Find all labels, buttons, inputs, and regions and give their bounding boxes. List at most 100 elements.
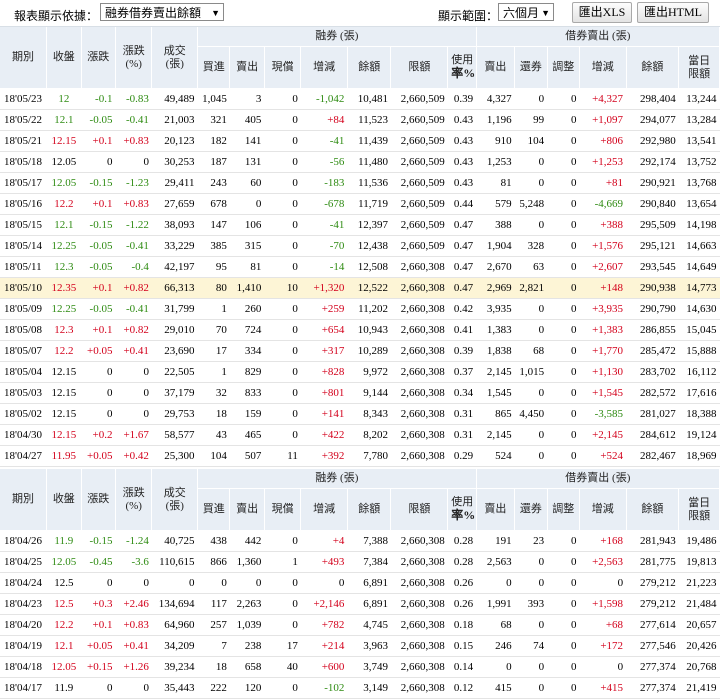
cell-lending-return: 0 bbox=[514, 656, 548, 678]
cell-lending-return: 68 bbox=[514, 340, 548, 362]
range-select[interactable]: 六個月 ▼ bbox=[498, 3, 554, 21]
cell-lending-balance: 290,921 bbox=[626, 172, 679, 194]
cell-balance: 11,719 bbox=[347, 193, 391, 215]
cell-volume: 27,659 bbox=[151, 193, 198, 215]
cell-limit: 2,660,308 bbox=[390, 530, 448, 552]
cell-lending-incdec: +168 bbox=[579, 530, 627, 552]
cell-usage: 0.43 bbox=[447, 151, 477, 173]
col-pct[interactable]: 漲跌 (%) bbox=[115, 27, 153, 89]
cell-sell: 0 bbox=[229, 193, 265, 215]
col-close[interactable]: 收盤 bbox=[46, 27, 82, 89]
cell-close: 11.9 bbox=[46, 677, 82, 699]
col-lending-incdec[interactable]: 增減 bbox=[579, 488, 627, 531]
cell-buy: 43 bbox=[197, 424, 230, 446]
cell-lending-return: 328 bbox=[514, 235, 548, 257]
cell-close: 11.9 bbox=[46, 530, 82, 552]
cell-lending-adjust: 0 bbox=[547, 551, 580, 573]
cell-change: 0 bbox=[81, 677, 116, 699]
cell-lending-balance: 294,077 bbox=[626, 109, 679, 131]
cell-pct: 0 bbox=[115, 151, 152, 173]
cell-lending-daylimit: 15,888 bbox=[678, 340, 720, 362]
cell-buy: 17 bbox=[197, 340, 230, 362]
col-incdec[interactable]: 增減 bbox=[300, 46, 348, 89]
basis-select[interactable]: 融券借券賣出餘額 ▼ bbox=[100, 3, 224, 21]
cell-spot: 0 bbox=[264, 403, 301, 425]
col-lending-balance[interactable]: 餘額 bbox=[626, 488, 680, 531]
cell-lending-sell: 415 bbox=[476, 677, 515, 699]
cell-incdec: +493 bbox=[300, 551, 348, 573]
cell-lending-return: 0 bbox=[514, 677, 548, 699]
col-balance[interactable]: 餘額 bbox=[347, 488, 392, 531]
col-incdec[interactable]: 增減 bbox=[300, 488, 348, 531]
col-spot[interactable]: 現償 bbox=[264, 46, 302, 89]
cell-buy: 32 bbox=[197, 382, 230, 404]
cell-lending-balance: 277,374 bbox=[626, 656, 679, 678]
col-sell[interactable]: 賣出 bbox=[229, 488, 265, 531]
col-limit[interactable]: 限額 bbox=[390, 46, 449, 89]
col-lending-return[interactable]: 還券 bbox=[514, 488, 548, 531]
cell-spot: 0 bbox=[264, 614, 301, 636]
export-xls-button[interactable]: 匯出XLS bbox=[572, 2, 632, 23]
col-buy[interactable]: 買進 bbox=[197, 46, 231, 89]
cell-volume: 66,313 bbox=[151, 277, 198, 299]
table-row: 18'05/23 12 -0.1 -0.83 49,489 1,045 3 0 -1,042 10… bbox=[0, 88, 720, 110]
col-lending-adjust[interactable]: 調整 bbox=[547, 488, 580, 531]
export-html-button[interactable]: 匯出HTML bbox=[637, 2, 709, 23]
cell-change: -0.05 bbox=[81, 109, 116, 131]
col-volume[interactable]: 成交 (張) bbox=[151, 469, 199, 531]
col-balance[interactable]: 餘額 bbox=[347, 46, 392, 89]
cell-lending-sell: 191 bbox=[476, 530, 515, 552]
col-buy[interactable]: 買進 bbox=[197, 488, 231, 531]
cell-close: 12.25 bbox=[46, 235, 82, 257]
cell-close: 12.2 bbox=[46, 193, 82, 215]
col-daylimit-line1: 當日 bbox=[688, 496, 711, 509]
col-limit[interactable]: 限額 bbox=[390, 488, 449, 531]
col-close[interactable]: 收盤 bbox=[46, 469, 82, 531]
col-lending-adjust[interactable]: 調整 bbox=[547, 46, 580, 89]
cell-limit: 2,660,308 bbox=[390, 677, 448, 699]
cell-volume: 29,411 bbox=[151, 172, 198, 194]
col-lending-sell[interactable]: 賣出 bbox=[476, 488, 516, 531]
cell-close: 12.3 bbox=[46, 256, 82, 278]
col-lending-daylimit[interactable]: 當日 限額 bbox=[678, 488, 720, 531]
col-lending-return[interactable]: 還券 bbox=[514, 46, 548, 89]
cell-usage: 0.47 bbox=[447, 235, 477, 257]
cell-usage: 0.41 bbox=[447, 319, 477, 341]
cell-sell: 1,360 bbox=[229, 551, 265, 573]
cell-balance: 7,388 bbox=[347, 530, 391, 552]
cell-date: 18'04/27 bbox=[0, 445, 47, 467]
cell-date: 18'05/08 bbox=[0, 319, 47, 341]
col-lending-incdec[interactable]: 增減 bbox=[579, 46, 627, 89]
col-usage[interactable]: 使用 率% bbox=[447, 488, 477, 531]
col-lending-sell[interactable]: 賣出 bbox=[476, 46, 516, 89]
cell-lending-return: 0 bbox=[514, 214, 548, 236]
table-row: 18'05/02 12.15 0 0 29,753 18 159 0 +141 8,343 2,66… bbox=[0, 403, 720, 425]
table-row: 18'05/04 12.15 0 0 22,505 1 829 0 +828 9,972 2,660… bbox=[0, 361, 720, 383]
table-row: 18'04/25 12.05 -0.45 -3.6 110,615 866 1,360 1 +4… bbox=[0, 551, 720, 573]
cell-incdec: -56 bbox=[300, 151, 348, 173]
col-pct[interactable]: 漲跌 (%) bbox=[115, 469, 153, 531]
cell-volume: 21,003 bbox=[151, 109, 198, 131]
col-date[interactable]: 期別 bbox=[0, 27, 48, 89]
cell-limit: 2,660,308 bbox=[390, 614, 448, 636]
cell-lending-incdec: +1,253 bbox=[579, 151, 627, 173]
cell-incdec: 0 bbox=[300, 572, 348, 594]
cell-spot: 0 bbox=[264, 424, 301, 446]
col-change[interactable]: 漲跌 bbox=[81, 469, 116, 531]
col-spot[interactable]: 現償 bbox=[264, 488, 302, 531]
col-lending-daylimit[interactable]: 當日 限額 bbox=[678, 46, 720, 89]
col-date[interactable]: 期別 bbox=[0, 469, 48, 531]
col-volume[interactable]: 成交 (張) bbox=[151, 27, 199, 89]
cell-lending-adjust: 0 bbox=[547, 403, 580, 425]
col-usage[interactable]: 使用 率% bbox=[447, 46, 477, 89]
cell-lending-daylimit: 14,198 bbox=[678, 214, 720, 236]
cell-lending-balance: 282,467 bbox=[626, 445, 679, 467]
col-sell[interactable]: 賣出 bbox=[229, 46, 265, 89]
table-row: 18'05/09 12.25 -0.05 -0.41 31,799 1 260 0 +259 11… bbox=[0, 298, 720, 320]
col-lending-balance[interactable]: 餘額 bbox=[626, 46, 680, 89]
cell-date: 18'05/22 bbox=[0, 109, 47, 131]
cell-change: 0 bbox=[81, 382, 116, 404]
cell-pct: -0.83 bbox=[115, 88, 152, 110]
cell-pct: +0.42 bbox=[115, 445, 152, 467]
col-change[interactable]: 漲跌 bbox=[81, 27, 116, 89]
